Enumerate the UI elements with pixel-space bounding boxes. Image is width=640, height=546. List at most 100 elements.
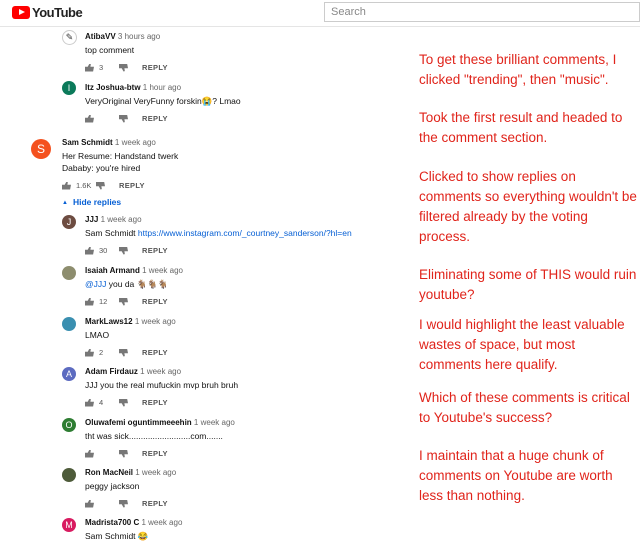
avatar[interactable]: I xyxy=(62,81,76,95)
comment-text: JJJ you the real mufuckin mvp bruh bruh xyxy=(85,380,239,390)
thumbs-up-icon[interactable] xyxy=(85,499,94,508)
reply-button[interactable]: REPLY xyxy=(119,181,145,190)
logo-text: YouTube xyxy=(32,5,83,20)
thumbs-down-icon[interactable] xyxy=(119,449,128,458)
author-name[interactable]: Oluwafemi oguntimmeeehin xyxy=(85,418,192,427)
comment-text: peggy jackson xyxy=(85,481,140,491)
comment-author[interactable]: Isaiah Armand 1 week ago xyxy=(85,266,183,275)
author-name[interactable]: MarkLaws12 xyxy=(85,317,133,326)
thumbs-down-icon[interactable] xyxy=(119,114,128,123)
avatar[interactable] xyxy=(62,266,76,280)
thumbs-down-icon[interactable] xyxy=(96,181,105,190)
comment-actions: 1.6K REPLY xyxy=(62,181,145,190)
reply-button[interactable]: REPLY xyxy=(142,297,168,306)
avatar[interactable] xyxy=(62,317,76,331)
comment-author[interactable]: Sam Schmidt 1 week ago xyxy=(62,138,156,147)
reply-button[interactable]: REPLY xyxy=(142,449,168,458)
comment-author[interactable]: Adam Firdauz 1 week ago xyxy=(85,367,181,376)
comment-actions: 12 REPLY xyxy=(85,297,168,306)
annotation-paragraph: Eliminating some of THIS would ruin yout… xyxy=(419,267,637,302)
comment-text-line-2: Dababy: you're hired xyxy=(62,163,141,173)
thumbs-down-icon[interactable] xyxy=(119,348,128,357)
thumbs-down-icon[interactable] xyxy=(119,398,128,407)
avatar[interactable] xyxy=(62,468,76,482)
comment-link[interactable]: https://www.instagram.com/_courtney_sand… xyxy=(138,228,352,238)
comment-text: top comment xyxy=(85,45,135,55)
comment-author[interactable]: Ron MacNeil 1 week ago xyxy=(85,468,176,477)
comment-author[interactable]: MarkLaws12 1 week ago xyxy=(85,317,176,326)
hide-replies-button[interactable]: Hide replies xyxy=(62,197,121,207)
avatar[interactable]: M xyxy=(62,518,76,532)
thumbs-down-icon[interactable] xyxy=(119,246,128,255)
avatar[interactable]: O xyxy=(62,418,76,432)
comment-text-body: you da 🐐🐐🐐 xyxy=(106,279,169,289)
comment-actions: 2 REPLY xyxy=(85,348,168,357)
thumbs-down-icon[interactable] xyxy=(119,63,128,72)
annotation-paragraph: Clicked to show replies on comments so e… xyxy=(419,169,637,244)
author-name[interactable]: Sam Schmidt xyxy=(62,138,113,147)
comment-time[interactable]: 3 hours ago xyxy=(118,32,160,41)
comment-author[interactable]: Oluwafemi oguntimmeeehin 1 week ago xyxy=(85,418,235,427)
comment-author[interactable]: Madrista700 C 1 week ago xyxy=(85,518,182,527)
comment-text: Sam Schmidt https://www.instagram.com/_c… xyxy=(85,228,352,238)
comment-author[interactable]: JJJ 1 week ago xyxy=(85,215,142,224)
like-count: 12 xyxy=(99,297,108,306)
avatar[interactable]: S xyxy=(31,139,51,159)
thumbs-down-icon[interactable] xyxy=(119,297,128,306)
annotation-paragraph: Which of these comments is critical to Y… xyxy=(419,390,630,425)
author-name[interactable]: Adam Firdauz xyxy=(85,367,138,376)
thumbs-up-icon[interactable] xyxy=(85,246,94,255)
thumbs-up-icon[interactable] xyxy=(85,114,94,123)
like-count: 3 xyxy=(99,63,104,72)
comment-actions: 4 REPLY xyxy=(85,398,168,407)
thumbs-up-icon[interactable] xyxy=(85,297,94,306)
comment-time[interactable]: 1 hour ago xyxy=(143,83,181,92)
youtube-logo[interactable]: YouTube xyxy=(12,5,83,20)
author-name[interactable]: AtibaVV xyxy=(85,32,116,41)
thumbs-down-icon[interactable] xyxy=(119,499,128,508)
comment-time[interactable]: 1 week ago xyxy=(101,215,142,224)
comment-time[interactable]: 1 week ago xyxy=(141,518,182,527)
comment-time[interactable]: 1 week ago xyxy=(140,367,181,376)
thumbs-up-icon[interactable] xyxy=(85,398,94,407)
author-name[interactable]: JJJ xyxy=(85,215,98,224)
comment-author[interactable]: Itz Joshua-btw 1 hour ago xyxy=(85,83,181,92)
author-name[interactable]: Ron MacNeil xyxy=(85,468,133,477)
annotation-paragraph: To get these brilliant comments, I click… xyxy=(419,52,617,87)
reply-button[interactable]: REPLY xyxy=(142,246,168,255)
comment-actions: 3 REPLY xyxy=(85,63,168,72)
thumbs-up-icon[interactable] xyxy=(85,348,94,357)
avatar[interactable]: J xyxy=(62,215,76,229)
avatar[interactable]: ✎ xyxy=(62,30,77,45)
like-count: 4 xyxy=(99,398,104,407)
search-input[interactable]: Search xyxy=(324,2,640,22)
thumbs-up-icon[interactable] xyxy=(62,181,71,190)
mention-link[interactable]: @JJJ xyxy=(85,279,106,289)
comment-time[interactable]: 1 week ago xyxy=(115,138,156,147)
comment-time[interactable]: 1 week ago xyxy=(135,468,176,477)
reply-button[interactable]: REPLY xyxy=(142,499,168,508)
avatar[interactable]: A xyxy=(62,367,76,381)
comment-text: LMAO xyxy=(85,330,110,340)
comment-time[interactable]: 1 week ago xyxy=(194,418,235,427)
comment-time[interactable]: 1 week ago xyxy=(142,266,183,275)
comment-actions: REPLY xyxy=(85,499,168,508)
annotation-paragraph: Took the first result and headed to the … xyxy=(419,110,623,145)
thumbs-up-icon[interactable] xyxy=(85,449,94,458)
comment-time[interactable]: 1 week ago xyxy=(135,317,176,326)
author-name[interactable]: Isaiah Armand xyxy=(85,266,140,275)
comment-author[interactable]: AtibaVV 3 hours ago xyxy=(85,32,160,41)
reply-button[interactable]: REPLY xyxy=(142,348,168,357)
comment-text: @JJJ you da 🐐🐐🐐 xyxy=(85,279,168,290)
like-count: 2 xyxy=(99,348,104,357)
comment-text-prefix: Sam Schmidt xyxy=(85,228,138,238)
comment-actions: REPLY xyxy=(85,114,168,123)
author-name[interactable]: Itz Joshua-btw xyxy=(85,83,141,92)
reply-button[interactable]: REPLY xyxy=(142,114,168,123)
author-name[interactable]: Madrista700 C xyxy=(85,518,139,527)
comment-text: tht was sick..........................co… xyxy=(85,431,223,441)
comment-actions: 30 REPLY xyxy=(85,246,168,255)
reply-button[interactable]: REPLY xyxy=(142,63,168,72)
reply-button[interactable]: REPLY xyxy=(142,398,168,407)
thumbs-up-icon[interactable] xyxy=(85,63,94,72)
